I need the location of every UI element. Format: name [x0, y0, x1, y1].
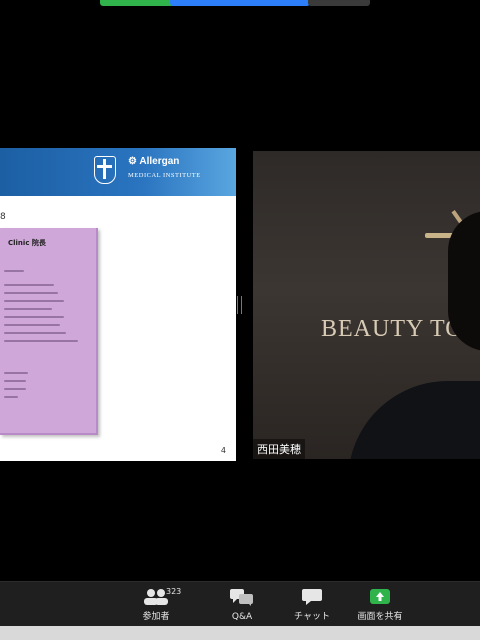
chat-button[interactable]: チャット	[282, 582, 342, 626]
speaker-hair	[448, 211, 480, 351]
slide-marker: 8	[0, 212, 6, 222]
card-text-line	[4, 388, 26, 390]
card-text-line	[4, 284, 54, 286]
speaker-video: BEAUTY TO 西田美穂	[253, 151, 480, 459]
card-text-line	[4, 340, 78, 342]
institute-crest-icon	[94, 156, 116, 184]
meeting-toolbar: 323 参加者 Q&A チャット 画面を共有	[0, 581, 480, 626]
brand-name-text: Allergan	[139, 156, 180, 167]
slide-header: ⚙ Allergan MEDICAL INSTITUTE	[0, 148, 236, 196]
qa-icon	[230, 589, 253, 606]
brand-subtitle: MEDICAL INSTITUTE	[128, 172, 201, 179]
qa-label: Q&A	[231, 612, 253, 622]
participants-button[interactable]: 323 参加者	[126, 582, 186, 626]
qa-button[interactable]: Q&A	[212, 582, 272, 626]
chat-icon	[302, 589, 322, 605]
share-screen-icon	[370, 589, 390, 604]
share-screen-label: 画面を共有	[357, 612, 403, 622]
panel-resize-handle[interactable]	[237, 296, 242, 314]
share-screen-button[interactable]: 画面を共有	[350, 582, 410, 626]
card-text-line	[4, 292, 58, 294]
bottom-strip	[0, 626, 480, 640]
card-text-line	[4, 270, 24, 272]
shared-slide: ⚙ Allergan MEDICAL INSTITUTE 8 Clinic 院長…	[0, 148, 236, 461]
card-text-line	[4, 372, 28, 374]
chat-label: チャット	[294, 612, 330, 622]
indicator-gray	[308, 0, 370, 6]
indicator-blue	[170, 0, 310, 6]
card-text-line	[4, 324, 60, 326]
speaker-body	[348, 381, 480, 459]
brand-name: ⚙ Allergan	[128, 156, 179, 167]
speaker-name-tag: 西田美穂	[253, 439, 305, 459]
meeting-indicator-bars	[100, 0, 370, 10]
slide-page-number: 4	[220, 446, 226, 455]
card-text-line	[4, 396, 18, 398]
participant-count-badge: 323	[166, 587, 182, 596]
card-text-line	[4, 300, 64, 302]
participants-label: 参加者	[142, 612, 170, 622]
brand-mark-icon: ⚙	[128, 156, 137, 167]
card-text-line	[4, 332, 66, 334]
profile-card: Clinic 院長	[0, 228, 98, 435]
card-text-line	[4, 380, 26, 382]
card-text-line	[4, 316, 64, 318]
card-title: Clinic 院長	[8, 239, 46, 247]
card-text-line	[4, 308, 52, 310]
wall-sign-text: BEAUTY TO	[321, 316, 464, 342]
